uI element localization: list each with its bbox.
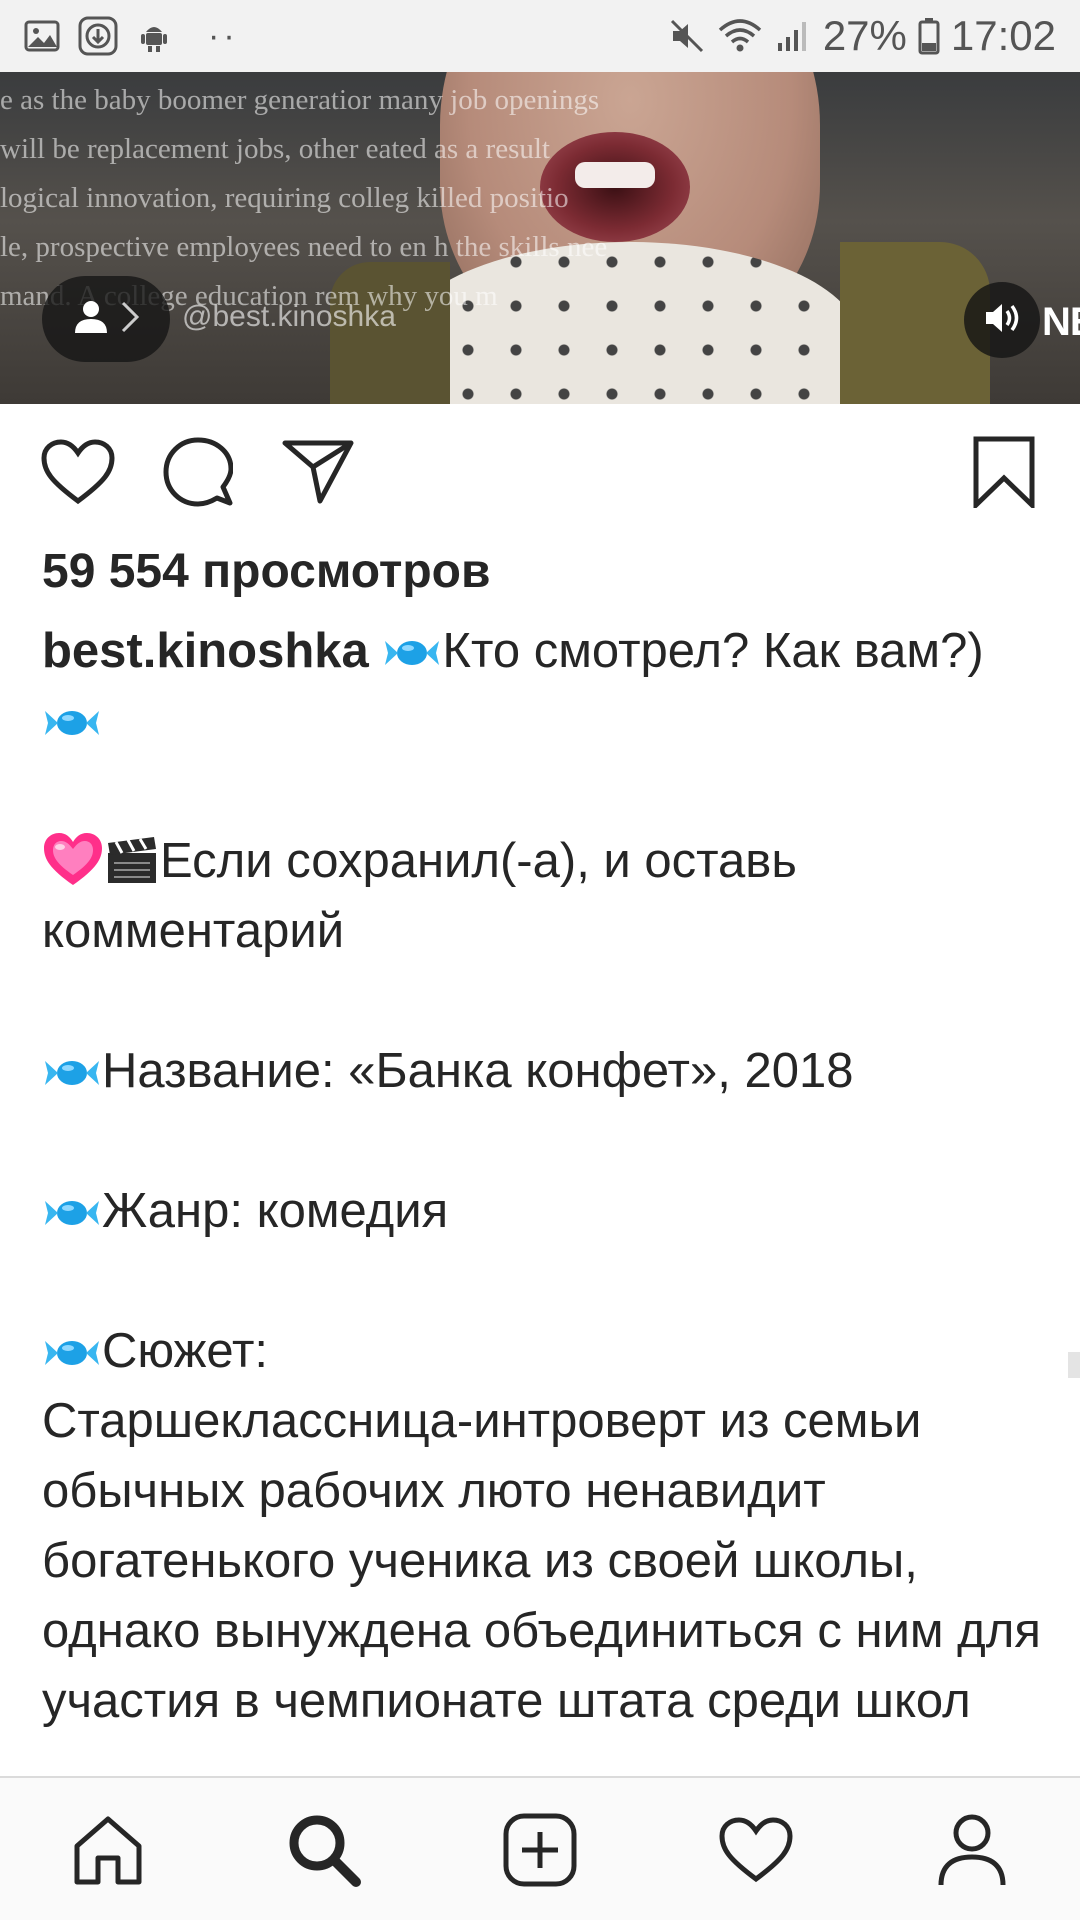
sound-toggle-button[interactable] <box>964 282 1040 358</box>
video-text-line: le, prospective employees need to en h t… <box>0 231 608 263</box>
nav-search-button[interactable] <box>282 1808 366 1892</box>
search-icon <box>289 1815 361 1887</box>
user-tag-icon <box>71 297 111 342</box>
view-count: 59 554 просмотров <box>42 545 491 598</box>
more-dots-icon: ·· <box>208 16 239 55</box>
mute-icon <box>667 16 707 56</box>
candy-emoji-icon <box>45 711 99 735</box>
clock: 17:02 <box>950 12 1056 59</box>
video-text-line: logical innovation, requiring colleg kil… <box>0 182 569 214</box>
share-button[interactable] <box>278 432 358 512</box>
share-icon <box>282 440 354 504</box>
caption-line-4: Жанр: комедия <box>102 1184 449 1238</box>
sound-icon <box>980 298 1024 343</box>
battery-icon <box>917 16 941 56</box>
signal-icon <box>773 16 813 56</box>
post-actions <box>0 432 1080 516</box>
clapper-board-emoji-icon <box>108 837 156 883</box>
gallery-icon <box>22 16 62 56</box>
video-text-line: will be replacement jobs, other eated as… <box>0 133 550 165</box>
video-corner-text: NE <box>1042 300 1080 344</box>
download-icon <box>78 16 118 56</box>
bookmark-icon <box>973 436 1035 508</box>
comment-icon <box>163 437 233 507</box>
scrollbar-thumb[interactable] <box>1068 1352 1080 1378</box>
candy-emoji-icon <box>45 1061 99 1085</box>
video-background-text: e as the baby boomer generatior many job… <box>0 72 1080 404</box>
post-caption: best.kinoshka Кто смотрел? Как вам?) Есл… <box>42 616 1042 1736</box>
bottom-navigation <box>0 1776 1080 1920</box>
video-text-line: e as the baby boomer generatior many job… <box>0 84 600 116</box>
like-icon <box>41 439 115 505</box>
nav-add-post-button[interactable] <box>498 1808 582 1892</box>
battery-percent: 27% <box>822 12 907 59</box>
nav-activity-button[interactable] <box>714 1808 798 1892</box>
home-icon <box>74 1816 142 1885</box>
caption-plot: Старшеклассница-интроверт из семьи обычн… <box>42 1394 1055 1728</box>
author-username-link[interactable]: best.kinoshka <box>42 624 369 678</box>
activity-heart-icon <box>719 1817 793 1883</box>
nav-home-button[interactable] <box>66 1808 150 1892</box>
status-bar: ·· 27% 17:02 <box>0 0 1080 72</box>
chevron-right-icon <box>119 299 141 340</box>
tagged-users-button[interactable] <box>42 276 170 362</box>
profile-icon <box>938 1814 1006 1886</box>
save-button[interactable] <box>964 432 1044 512</box>
comment-button[interactable] <box>158 432 238 512</box>
video-player[interactable]: e as the baby boomer generatior many job… <box>0 72 1080 404</box>
candy-emoji-icon <box>45 1341 99 1365</box>
candy-emoji-icon <box>45 1201 99 1225</box>
candy-emoji-icon <box>385 641 440 665</box>
add-post-icon <box>503 1813 577 1887</box>
caption-line-1: Кто смотрел? Как вам?) <box>442 624 984 678</box>
wifi-icon <box>717 16 763 56</box>
nav-profile-button[interactable] <box>930 1808 1014 1892</box>
pink-heart-emoji-icon <box>44 833 102 885</box>
android-icon <box>134 16 174 56</box>
video-watermark: @best.kinoshka <box>182 300 396 333</box>
caption-line-3: Название: «Банка конфет», 2018 <box>102 1044 854 1098</box>
caption-line-5: Сюжет: <box>102 1324 269 1378</box>
like-button[interactable] <box>38 432 118 512</box>
